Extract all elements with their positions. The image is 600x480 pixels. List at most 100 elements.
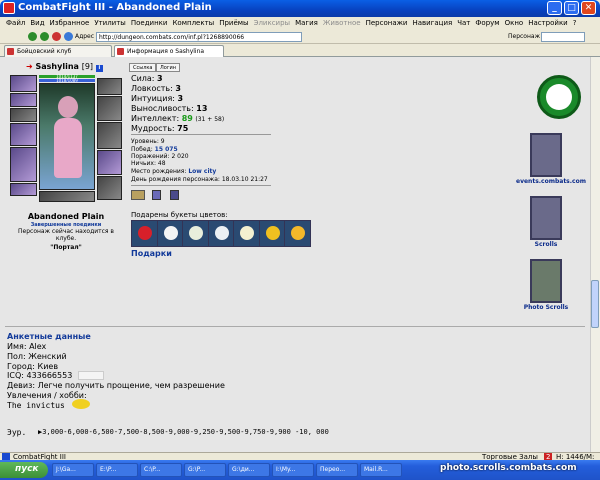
profile-city: Город: Киев: [7, 362, 59, 371]
weapon-slot[interactable]: [10, 123, 37, 146]
minimize-button[interactable]: _: [547, 1, 562, 15]
address-toolbar: Адрес http://dungeon.combats.com/inf.pl?…: [0, 30, 600, 44]
app-icon: [3, 2, 15, 14]
divider: [131, 134, 271, 135]
tab-fight-club[interactable]: Бойцовский клуб: [4, 45, 112, 57]
menu-item[interactable]: Форум: [475, 19, 499, 27]
stat-endurance: Выносливость: 13: [131, 104, 208, 113]
flowers-title: Подарены букеты цветов:: [131, 211, 228, 219]
address-input[interactable]: http://dungeon.combats.com/inf.pl?126889…: [96, 32, 302, 42]
flower-bouquet-icon[interactable]: [156, 220, 184, 247]
exp-label: Эур.: [7, 428, 27, 437]
menu-item[interactable]: ?: [573, 19, 577, 27]
amulet-slot[interactable]: [10, 93, 37, 107]
order-icon[interactable]: [170, 190, 179, 200]
menu-item[interactable]: Навигация: [412, 19, 452, 27]
scrolls-link[interactable]: Scrolls: [516, 241, 576, 248]
menu-item[interactable]: Настройки: [528, 19, 568, 27]
stat-wisdom: Мудрость: 75: [131, 124, 189, 133]
status-text: Персонаж сейчас находится в клубе.: [18, 228, 114, 242]
arrow-icon: ➜: [26, 62, 33, 71]
events-banner-icon[interactable]: [530, 133, 562, 177]
menu-item[interactable]: Приёмы: [219, 19, 248, 27]
pocket-slots[interactable]: [39, 191, 95, 202]
gifts-link[interactable]: Подарки: [131, 249, 172, 258]
taskbar-item[interactable]: I:\My...: [272, 463, 314, 477]
taskbar-item[interactable]: G:\ди...: [228, 463, 270, 477]
flower-bouquet-icon[interactable]: [233, 220, 260, 247]
link-button[interactable]: Ссылка: [129, 63, 157, 72]
character-level: [9]: [81, 62, 94, 71]
taskbar-item[interactable]: C:\P...: [140, 463, 182, 477]
profile-hobby: The invictus: [7, 401, 65, 410]
character-avatar[interactable]: [39, 83, 95, 190]
taskbar-item[interactable]: Mail.R...: [360, 463, 402, 477]
menu-item[interactable]: Комплекты: [172, 19, 214, 27]
taskbar-item[interactable]: G:\P...: [184, 463, 226, 477]
character-header: ➜ Sashylina [9] i: [26, 62, 103, 72]
watermark: photo.scrolls.combats.com: [440, 463, 577, 473]
info-birthday: День рождения персонажа: 18.03.10 21:27: [131, 176, 268, 183]
photo-scrolls-link[interactable]: Photo Scrolls: [516, 304, 576, 311]
flower-bouquet-icon[interactable]: [258, 220, 286, 247]
photo-scrolls-banner-icon[interactable]: [530, 259, 562, 303]
close-button[interactable]: ✕: [581, 1, 596, 15]
avatar-head: [58, 96, 78, 118]
profile-gender: Пол: Женский: [7, 352, 67, 361]
tab-info[interactable]: Информация о Sashylina: [114, 45, 224, 57]
scrolls-banner-icon[interactable]: [530, 196, 562, 240]
shield-slot[interactable]: [97, 122, 122, 149]
align-icon[interactable]: [152, 190, 161, 200]
belt-slot[interactable]: [10, 183, 37, 196]
character-name[interactable]: Sashylina: [36, 62, 79, 71]
flower-bouquet-icon[interactable]: [284, 220, 311, 247]
flower-bouquet-icon[interactable]: [207, 220, 235, 247]
refresh-icon[interactable]: [64, 32, 73, 41]
window-titlebar: CombatFight III - Abandoned Plain _ □ ✕: [0, 0, 600, 17]
window-title: CombatFight III - Abandoned Plain: [18, 2, 212, 13]
flower-bouquet-icon[interactable]: [131, 220, 158, 247]
menu-item[interactable]: Утилиты: [94, 19, 126, 27]
info-losses: Поражений: 2 020: [131, 153, 189, 160]
taskbar-item[interactable]: E:\P...: [96, 463, 138, 477]
scrollbar-thumb[interactable]: [591, 280, 599, 328]
events-logo-icon[interactable]: [537, 75, 581, 119]
armor-slot[interactable]: [10, 147, 37, 182]
back-icon[interactable]: [28, 32, 37, 41]
vertical-scrollbar[interactable]: [590, 57, 600, 460]
menu-item[interactable]: Окно: [505, 19, 524, 27]
helmet-slot[interactable]: [10, 75, 37, 92]
profile-name: Имя: Alex: [7, 342, 47, 351]
person-input[interactable]: [541, 32, 585, 42]
stop-icon[interactable]: [52, 32, 61, 41]
gloves-slot[interactable]: [97, 150, 122, 175]
menu-item[interactable]: Эликсиры: [254, 19, 291, 27]
ring-slot[interactable]: [97, 96, 122, 121]
maximize-button[interactable]: □: [564, 1, 579, 15]
menu-item[interactable]: Избранное: [50, 19, 90, 27]
menu-item[interactable]: Персонажи: [366, 19, 408, 27]
menu-bar: Файл Вид Избранное Утилиты Поединки Комплекты…: [0, 17, 600, 30]
menu-item[interactable]: Вид: [30, 19, 44, 27]
flower-bouquet-icon[interactable]: [182, 220, 209, 247]
menu-item[interactable]: Файл: [6, 19, 25, 27]
flower-petals: [265, 226, 280, 240]
info-birthplace: Место рождения: Low city: [131, 168, 217, 175]
flower-petals: [163, 226, 178, 240]
clan-badge-icon[interactable]: [131, 190, 145, 200]
events-link[interactable]: events.combats.com: [516, 178, 586, 185]
start-button[interactable]: пуск: [0, 462, 48, 478]
login-button[interactable]: Логин: [156, 63, 180, 72]
taskbar-item[interactable]: Перео...: [316, 463, 358, 477]
menu-item[interactable]: Чат: [457, 19, 470, 27]
menu-item[interactable]: Магия: [295, 19, 318, 27]
divider: [131, 185, 271, 186]
info-icon[interactable]: i: [95, 65, 103, 72]
taskbar-item[interactable]: J:\Ga...: [52, 463, 94, 477]
boots-slot[interactable]: [97, 176, 122, 200]
earrings-slot[interactable]: [97, 78, 122, 95]
menu-item[interactable]: Животное: [323, 19, 361, 27]
forward-icon[interactable]: [40, 32, 49, 41]
bracer-slot[interactable]: [10, 108, 37, 122]
menu-item[interactable]: Поединки: [131, 19, 168, 27]
